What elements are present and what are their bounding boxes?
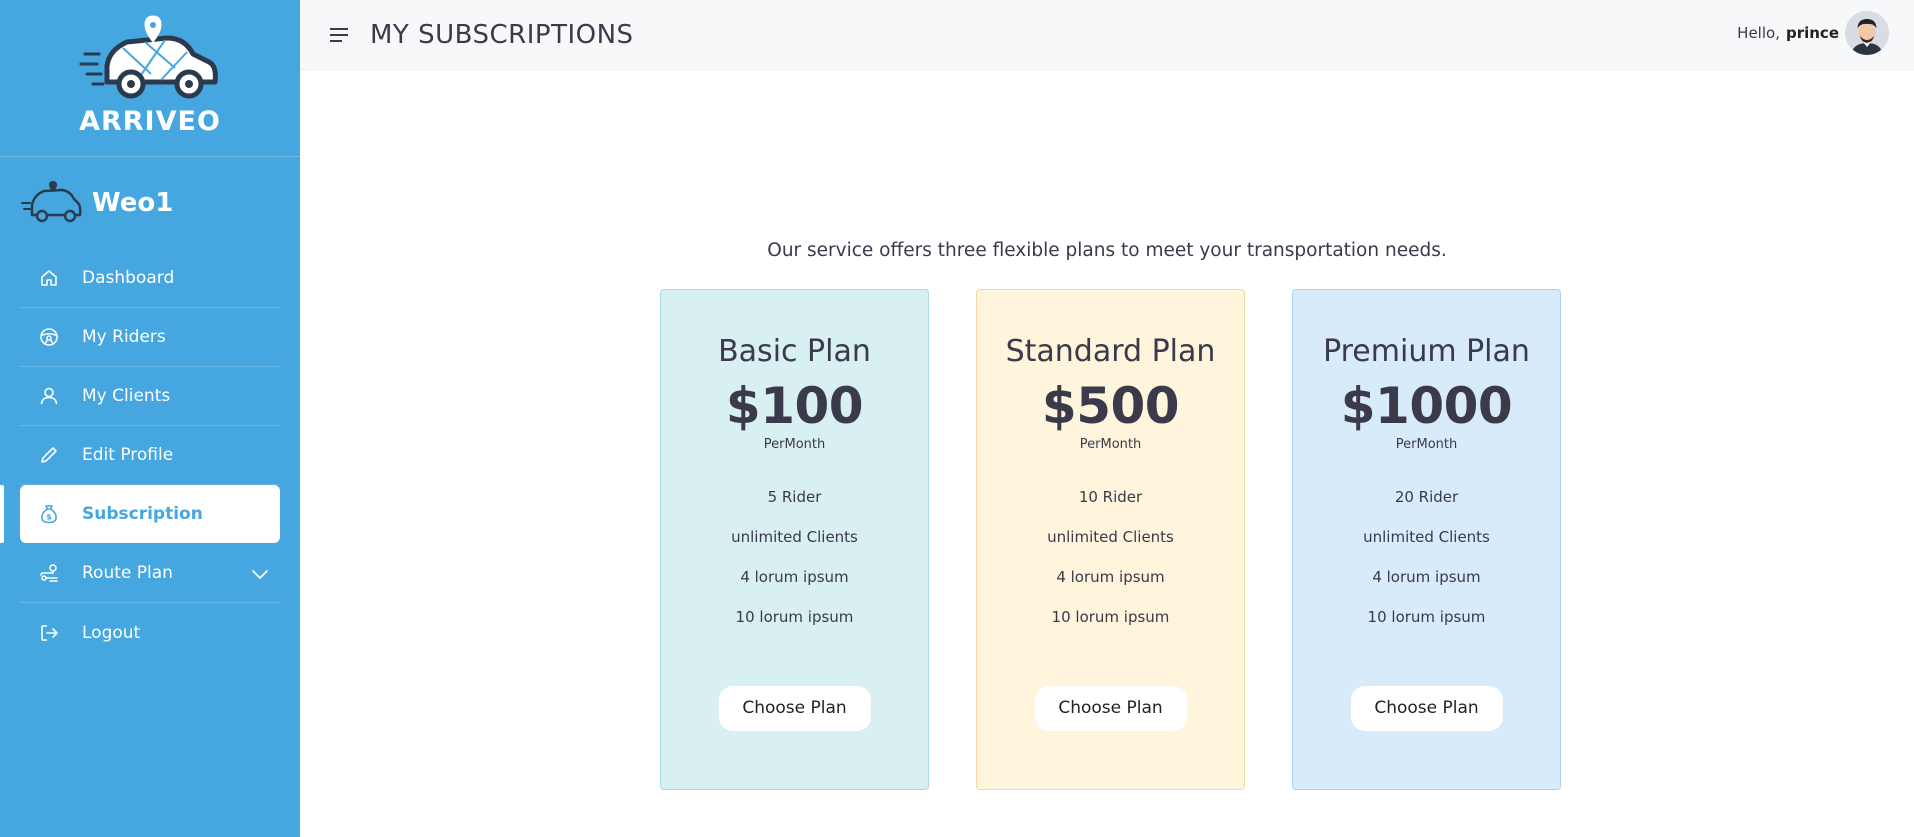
choose-plan-button-standard[interactable]: Choose Plan <box>1034 686 1187 731</box>
top-header: MY SUBSCRIPTIONS Hello, prince <box>300 0 1914 70</box>
plan-period: PerMonth <box>1395 437 1458 452</box>
plan-feature: unlimited Clients <box>1047 528 1174 546</box>
car-icon <box>21 181 82 223</box>
username: prince <box>1785 24 1839 42</box>
home-icon <box>38 267 60 289</box>
plan-card-standard: Standard Plan $500 PerMonth 10 Rider unl… <box>976 289 1245 790</box>
plan-feature: 10 lorum ipsum <box>1367 608 1486 626</box>
sidebar-nav: Dashboard My Riders My Clients Edit Prof… <box>0 249 300 662</box>
plan-features: 20 Rider unlimited Clients 4 lorum ipsum… <box>1293 486 1560 646</box>
sidebar-item-my-riders[interactable]: My Riders <box>20 308 280 367</box>
plan-card-basic: Basic Plan $100 PerMonth 5 Rider unlimit… <box>660 289 929 790</box>
sidebar-item-label: Subscription <box>82 504 203 524</box>
plan-features: 5 Rider unlimited Clients 4 lorum ipsum … <box>661 486 928 646</box>
svg-text:$: $ <box>46 513 52 522</box>
plan-features: 10 Rider unlimited Clients 4 lorum ipsum… <box>977 486 1244 646</box>
plan-feature: 10 lorum ipsum <box>735 608 854 626</box>
car-location-logo-icon <box>79 15 218 99</box>
plan-feature: 4 lorum ipsum <box>740 568 849 586</box>
page-title: MY SUBSCRIPTIONS <box>370 19 634 50</box>
plan-feature: 10 Rider <box>1078 488 1143 506</box>
plan-feature: 10 lorum ipsum <box>1051 608 1170 626</box>
user-icon <box>38 385 60 407</box>
avatar[interactable] <box>1845 11 1889 55</box>
plan-price: $1000 <box>1340 377 1513 435</box>
route-icon <box>38 562 60 584</box>
user-menu[interactable]: Hello, prince <box>1737 11 1889 55</box>
plan-period: PerMonth <box>1079 437 1142 452</box>
plan-feature: 5 Rider <box>767 488 822 506</box>
plan-card-premium: Premium Plan $1000 PerMonth 20 Rider unl… <box>1292 289 1561 790</box>
company-name: Weo1 <box>92 188 174 218</box>
plan-period: PerMonth <box>763 437 826 452</box>
plan-feature: unlimited Clients <box>1363 528 1490 546</box>
sidebar-item-subscription[interactable]: $ Subscription <box>0 485 280 543</box>
chevron-down-icon[interactable] <box>250 564 270 584</box>
money-bag-icon: $ <box>38 503 60 525</box>
sidebar-item-logout[interactable]: Logout <box>20 603 280 662</box>
choose-plan-button-premium[interactable]: Choose Plan <box>1350 686 1503 731</box>
sidebar-item-route-plan[interactable]: Route Plan <box>20 544 280 603</box>
pencil-icon <box>38 444 60 466</box>
company-block: Weo1 <box>0 157 300 249</box>
sidebar-item-label: Route Plan <box>82 563 173 583</box>
plan-feature: 20 Rider <box>1394 488 1459 506</box>
sidebar-item-edit-profile[interactable]: Edit Profile <box>20 426 280 485</box>
plan-feature: 4 lorum ipsum <box>1372 568 1481 586</box>
plan-feature: 4 lorum ipsum <box>1056 568 1165 586</box>
hamburger-menu-icon[interactable] <box>324 20 354 50</box>
plan-feature: unlimited Clients <box>731 528 858 546</box>
brand-name: ARRIVEO <box>79 106 221 137</box>
plan-name: Standard Plan <box>1005 334 1216 369</box>
plans-intro-text: Our service offers three flexible plans … <box>767 240 1447 261</box>
sidebar-item-label: Edit Profile <box>82 445 174 465</box>
plan-price: $100 <box>725 377 864 435</box>
sidebar-item-label: My Clients <box>82 386 171 406</box>
choose-plan-button-basic[interactable]: Choose Plan <box>718 686 871 731</box>
brand-logo[interactable]: ARRIVEO <box>0 0 300 157</box>
sidebar-item-label: Logout <box>82 622 141 643</box>
plan-name: Basic Plan <box>718 334 871 369</box>
sidebar-item-label: Dashboard <box>82 268 175 288</box>
sidebar: ARRIVEO Weo1 Dashboard My Riders My Clie… <box>0 0 300 837</box>
greeting-text: Hello, <box>1737 24 1780 42</box>
logout-icon <box>38 622 60 644</box>
sidebar-item-label: My Riders <box>82 327 166 347</box>
plan-price: $500 <box>1041 377 1180 435</box>
sidebar-item-dashboard[interactable]: Dashboard <box>20 249 280 308</box>
sidebar-item-my-clients[interactable]: My Clients <box>20 367 280 426</box>
plan-name: Premium Plan <box>1323 334 1530 369</box>
steering-wheel-icon <box>38 326 60 348</box>
